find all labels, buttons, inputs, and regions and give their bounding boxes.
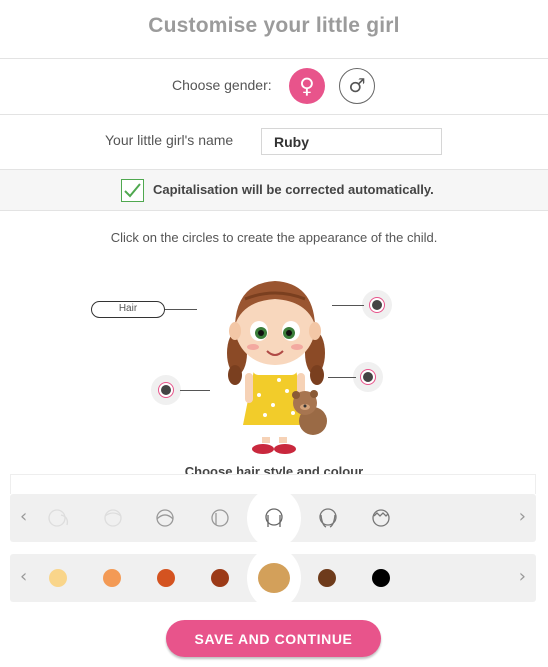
capitalisation-row: Capitalisation will be corrected automat… (0, 169, 548, 211)
male-gender-button[interactable]: ♂ (339, 68, 375, 104)
chevron-left-icon[interactable]: ‹ (20, 566, 27, 587)
colour-swatch-4[interactable] (211, 569, 229, 587)
colour-swatch-6[interactable] (318, 569, 336, 587)
female-gender-button[interactable]: ♀ (289, 68, 325, 104)
hair-style-7-icon[interactable] (369, 507, 393, 529)
name-input[interactable] (261, 128, 442, 155)
colour-swatch-7[interactable] (372, 569, 390, 587)
gender-label: Choose gender: (172, 77, 272, 93)
hotspot-connector-line (332, 305, 364, 306)
hair-connector-line (165, 309, 197, 310)
colour-swatch-2[interactable] (103, 569, 121, 587)
colour-swatch-3[interactable] (157, 569, 175, 587)
hotspot-connector-line (328, 377, 356, 378)
hotspot-skin[interactable] (151, 375, 181, 405)
gender-row: Choose gender: ♀ ♂ (0, 58, 548, 114)
hair-style-selector: ‹ › (10, 488, 536, 548)
capitalisation-text: Capitalisation will be corrected automat… (153, 182, 434, 197)
hair-label: Hair (91, 301, 165, 318)
capitalisation-checkbox[interactable] (121, 179, 144, 202)
chevron-left-icon[interactable]: ‹ (20, 506, 27, 527)
hotspot-marker (158, 382, 174, 398)
hair-style-4-icon[interactable] (208, 507, 232, 529)
colour-swatch-5-selected[interactable] (258, 563, 290, 593)
hotspot-clothes[interactable] (353, 362, 383, 392)
hair-style-5-icon[interactable] (262, 507, 286, 529)
name-row: Your little girl's name (0, 114, 548, 169)
male-symbol-icon: ♂ (348, 75, 366, 97)
hair-style-1-icon[interactable] (47, 507, 71, 529)
hair-style-3-icon[interactable] (153, 507, 177, 529)
checkmark-icon (124, 183, 141, 198)
hotspot-eyes[interactable] (362, 290, 392, 320)
hotspot-marker (369, 297, 385, 313)
chevron-right-icon[interactable]: › (519, 506, 526, 527)
hotspot-connector-line (180, 390, 210, 391)
page-title: Customise your little girl (148, 14, 400, 37)
colour-swatch-1[interactable] (49, 569, 67, 587)
hotspot-marker (360, 369, 376, 385)
instruction-text: Click on the circles to create the appea… (110, 230, 438, 245)
hair-colour-selector: ‹ › (10, 547, 536, 609)
character-illustration (195, 265, 355, 465)
female-symbol-icon: ♀ (299, 74, 315, 98)
hair-style-2-icon[interactable] (101, 507, 125, 529)
save-and-continue-button[interactable]: SAVE AND CONTINUE (166, 620, 381, 657)
hair-style-6-icon[interactable] (316, 507, 340, 529)
name-label: Your little girl's name (105, 132, 234, 148)
chevron-right-icon[interactable]: › (519, 566, 526, 587)
